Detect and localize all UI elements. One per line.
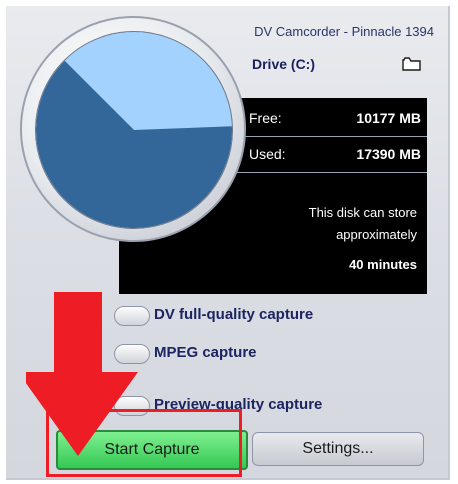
- option-label: DV full-quality capture: [154, 306, 314, 323]
- capacity-minutes: 40 minutes: [349, 257, 417, 272]
- option-dv-full-quality[interactable]: DV full-quality capture: [102, 300, 422, 330]
- used-value: 17390 MB: [356, 146, 421, 162]
- free-divider: [237, 136, 427, 137]
- used-space-row: Used: 17390 MB: [237, 142, 425, 168]
- disk-usage-gauge: [20, 16, 246, 242]
- drive-label: Drive (C:): [252, 56, 316, 72]
- option-mpeg[interactable]: MPEG capture: [102, 338, 422, 368]
- capacity-line-2: approximately: [336, 227, 417, 242]
- gauge-face: [35, 31, 233, 229]
- free-label: Free:: [249, 110, 282, 126]
- capacity-message: This disk can store approximately 40 min…: [309, 202, 417, 276]
- free-space-row: Free: 10177 MB: [237, 106, 425, 132]
- folder-icon[interactable]: [400, 54, 424, 74]
- capacity-line-1: This disk can store: [308, 205, 417, 220]
- settings-button[interactable]: Settings...: [252, 432, 424, 466]
- drive-selector: Drive (C:): [242, 50, 432, 80]
- option-label: MPEG capture: [154, 344, 257, 361]
- used-divider: [237, 172, 427, 173]
- free-value: 10177 MB: [356, 110, 421, 126]
- device-title: DV Camcorder - Pinnacle 1394: [254, 24, 434, 39]
- used-label: Used:: [249, 146, 286, 162]
- down-arrow-icon: [26, 292, 138, 456]
